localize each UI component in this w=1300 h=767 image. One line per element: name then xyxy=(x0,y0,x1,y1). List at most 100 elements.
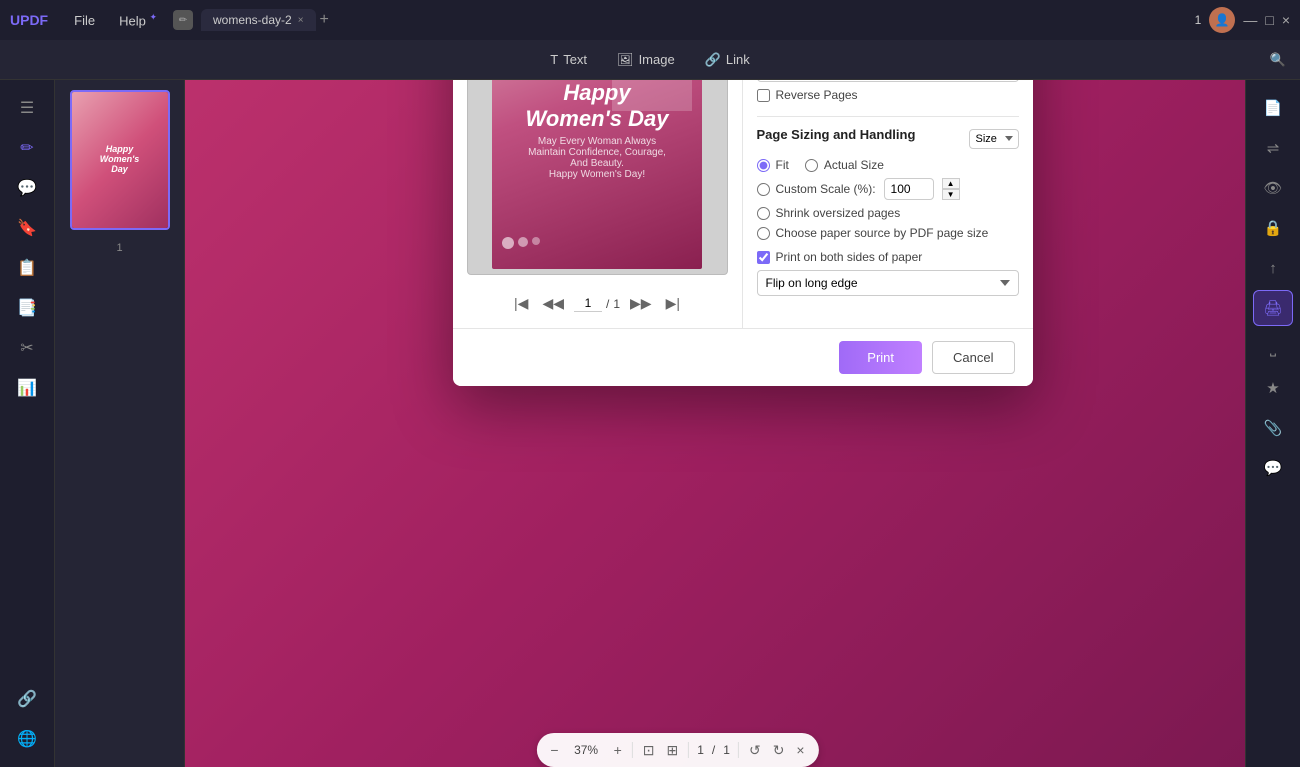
fit-page-btn[interactable]: ⊞ xyxy=(665,740,681,761)
dialog-footer: Print Cancel xyxy=(453,328,1033,386)
topbar: UPDF File Help ✦ ✏ womens-day-2 × + 1 👤 … xyxy=(0,0,1300,40)
page-separator: / xyxy=(606,297,609,311)
sizing-section-title: Page Sizing and Handling xyxy=(757,127,916,142)
preview-image: HappyWomen's Day May Every Woman AlwaysM… xyxy=(492,80,702,269)
custom-scale-radio[interactable] xyxy=(757,183,770,196)
page-first-btn[interactable]: |◀ xyxy=(510,293,532,314)
choose-paper-label: Choose paper source by PDF page size xyxy=(776,226,989,240)
page-input[interactable] xyxy=(574,295,602,312)
print-both-sides-row[interactable]: Print on both sides of paper xyxy=(757,250,1019,264)
cancel-button[interactable]: Cancel xyxy=(932,341,1014,374)
close-bottom-btn[interactable]: × xyxy=(794,740,806,760)
text-icon: T xyxy=(550,52,558,67)
sidebar-item-pages[interactable]: ☰ xyxy=(7,90,47,126)
bottom-bar: − 37% + ⊡ ⊞ 1 / 1 ↺ ↻ × xyxy=(536,733,818,767)
sidebar-item-share[interactable]: 🔗 xyxy=(7,681,47,717)
print-dialog: womens-day-2.pdf × Document,Comment,Form… xyxy=(453,80,1033,386)
rotate-right-btn[interactable]: ↻ xyxy=(771,740,787,761)
print-both-sides-label: Print on both sides of paper xyxy=(776,250,923,264)
print-both-sides-checkbox[interactable] xyxy=(757,251,770,264)
preview-subtitle: May Every Woman AlwaysMaintain Confidenc… xyxy=(528,136,666,180)
tab-area: womens-day-2 × + xyxy=(201,9,1187,31)
choose-paper-radio-label[interactable]: Choose paper source by PDF page size xyxy=(757,226,1019,240)
custom-scale-row: Custom Scale (%): ▲ ▼ xyxy=(757,178,1019,200)
tab-close-btn[interactable]: × xyxy=(298,15,304,26)
right-pages-icon[interactable]: 📄 xyxy=(1253,90,1293,126)
search-btn[interactable]: 🔍 xyxy=(1270,52,1286,68)
sidebar-item-bookmarks[interactable]: 🔖 xyxy=(7,210,47,246)
choose-paper-radio[interactable] xyxy=(757,227,770,240)
sidebar-item-edit[interactable]: ✏ xyxy=(7,130,47,166)
minimize-btn[interactable]: — xyxy=(1243,12,1257,28)
right-share-icon[interactable]: ↑ xyxy=(1253,250,1293,286)
pages-to-print-section: Pages to Print Custom ? Odd or Even Page… xyxy=(757,80,1019,102)
scale-up-btn[interactable]: ▲ xyxy=(942,178,960,189)
reverse-pages-label: Reverse Pages xyxy=(776,88,858,102)
avatar[interactable]: 👤 xyxy=(1209,7,1235,33)
right-comment-icon[interactable]: 💬 xyxy=(1253,450,1293,486)
print-button[interactable]: Print xyxy=(839,341,922,374)
size-type-select[interactable]: Size xyxy=(969,129,1019,149)
sidebar-item-compress[interactable]: 📊 xyxy=(7,370,47,406)
sizing-header: Page Sizing and Handling Size xyxy=(757,127,1019,150)
content-area: HappyWomen'sDay 1 Maintain Confidence, C… xyxy=(55,80,1300,767)
actual-size-radio-label[interactable]: Actual Size xyxy=(805,158,884,172)
actual-size-radio[interactable] xyxy=(805,159,818,172)
flip-select[interactable]: Flip on long edge xyxy=(757,270,1019,296)
right-protect-icon[interactable]: 🔒 xyxy=(1253,210,1293,246)
edit-icon: ✏ xyxy=(173,10,193,30)
right-print-icon[interactable]: 🖨 xyxy=(1253,290,1293,326)
zoom-in-btn[interactable]: + xyxy=(612,740,624,760)
tab-title: womens-day-2 xyxy=(213,13,292,27)
fit-radio[interactable] xyxy=(757,159,770,172)
sidebar-item-comments[interactable]: 💬 xyxy=(7,170,47,206)
sidebar-item-forms[interactable]: 📋 xyxy=(7,250,47,286)
reverse-pages-row[interactable]: Reverse Pages xyxy=(757,88,1019,102)
flower-decoration xyxy=(502,237,540,249)
bottom-divider-3 xyxy=(738,742,739,758)
page-next-next-btn[interactable]: ▶▶ xyxy=(626,293,656,314)
tab-add-btn[interactable]: + xyxy=(320,11,329,29)
link-icon: 🔗 xyxy=(705,52,721,68)
page-prev-prev-btn[interactable]: ◀◀ xyxy=(538,293,568,314)
sidebar-item-extract[interactable]: ✂ xyxy=(7,330,47,366)
page-last-btn[interactable]: ▶| xyxy=(662,293,684,314)
fit-radio-label[interactable]: Fit xyxy=(757,158,789,172)
sidebar-item-organize[interactable]: 📑 xyxy=(7,290,47,326)
dialog-body: Document,Comment,Form Fields Paper Size:… xyxy=(453,80,1033,328)
silhouette-shape xyxy=(612,80,692,111)
link-tool-btn[interactable]: 🔗 Link xyxy=(705,52,750,68)
scale-down-btn[interactable]: ▼ xyxy=(942,189,960,200)
reverse-pages-checkbox[interactable] xyxy=(757,89,770,102)
sidebar-item-translate[interactable]: 🌐 xyxy=(7,721,47,757)
right-ocr-icon[interactable]: 👁 xyxy=(1253,170,1293,206)
right-ai-icon[interactable]: ★ xyxy=(1253,370,1293,406)
right-attachment-icon[interactable]: 📎 xyxy=(1253,410,1293,446)
pdf-thumbnail-1[interactable]: HappyWomen'sDay xyxy=(70,90,170,230)
page-sep: / xyxy=(712,743,715,757)
shrink-pages-radio[interactable] xyxy=(757,207,770,220)
file-menu[interactable]: File xyxy=(66,9,103,32)
right-convert-icon[interactable]: ⇌ xyxy=(1253,130,1293,166)
maximize-btn[interactable]: □ xyxy=(1265,12,1273,28)
zoom-out-btn[interactable]: − xyxy=(548,740,560,760)
shrink-pages-label: Shrink oversized pages xyxy=(776,206,901,220)
text-tool-btn[interactable]: T Text xyxy=(550,52,587,67)
rotate-left-btn[interactable]: ↺ xyxy=(747,740,763,761)
right-compare-icon[interactable]: ⎵ xyxy=(1253,330,1293,366)
fit-width-btn[interactable]: ⊡ xyxy=(641,740,657,761)
window-close-btn[interactable]: × xyxy=(1282,12,1290,28)
help-menu[interactable]: Help ✦ xyxy=(111,8,165,32)
page-total: 1 xyxy=(613,297,620,311)
bottom-divider-1 xyxy=(632,742,633,758)
thumbnail-preview: HappyWomen'sDay xyxy=(72,92,168,228)
topbar-right: 1 👤 — □ × xyxy=(1195,7,1290,33)
odd-even-select[interactable]: All Pages in Range xyxy=(757,80,1019,82)
shrink-pages-radio-label[interactable]: Shrink oversized pages xyxy=(757,206,1019,220)
actual-size-label: Actual Size xyxy=(824,158,884,172)
custom-scale-input[interactable] xyxy=(884,178,934,200)
image-tool-btn[interactable]: 🖼 Image xyxy=(617,52,675,68)
custom-scale-radio-label[interactable]: Custom Scale (%): xyxy=(757,182,876,196)
tab-womens-day[interactable]: womens-day-2 × xyxy=(201,9,316,31)
zoom-level: 37% xyxy=(569,743,604,757)
